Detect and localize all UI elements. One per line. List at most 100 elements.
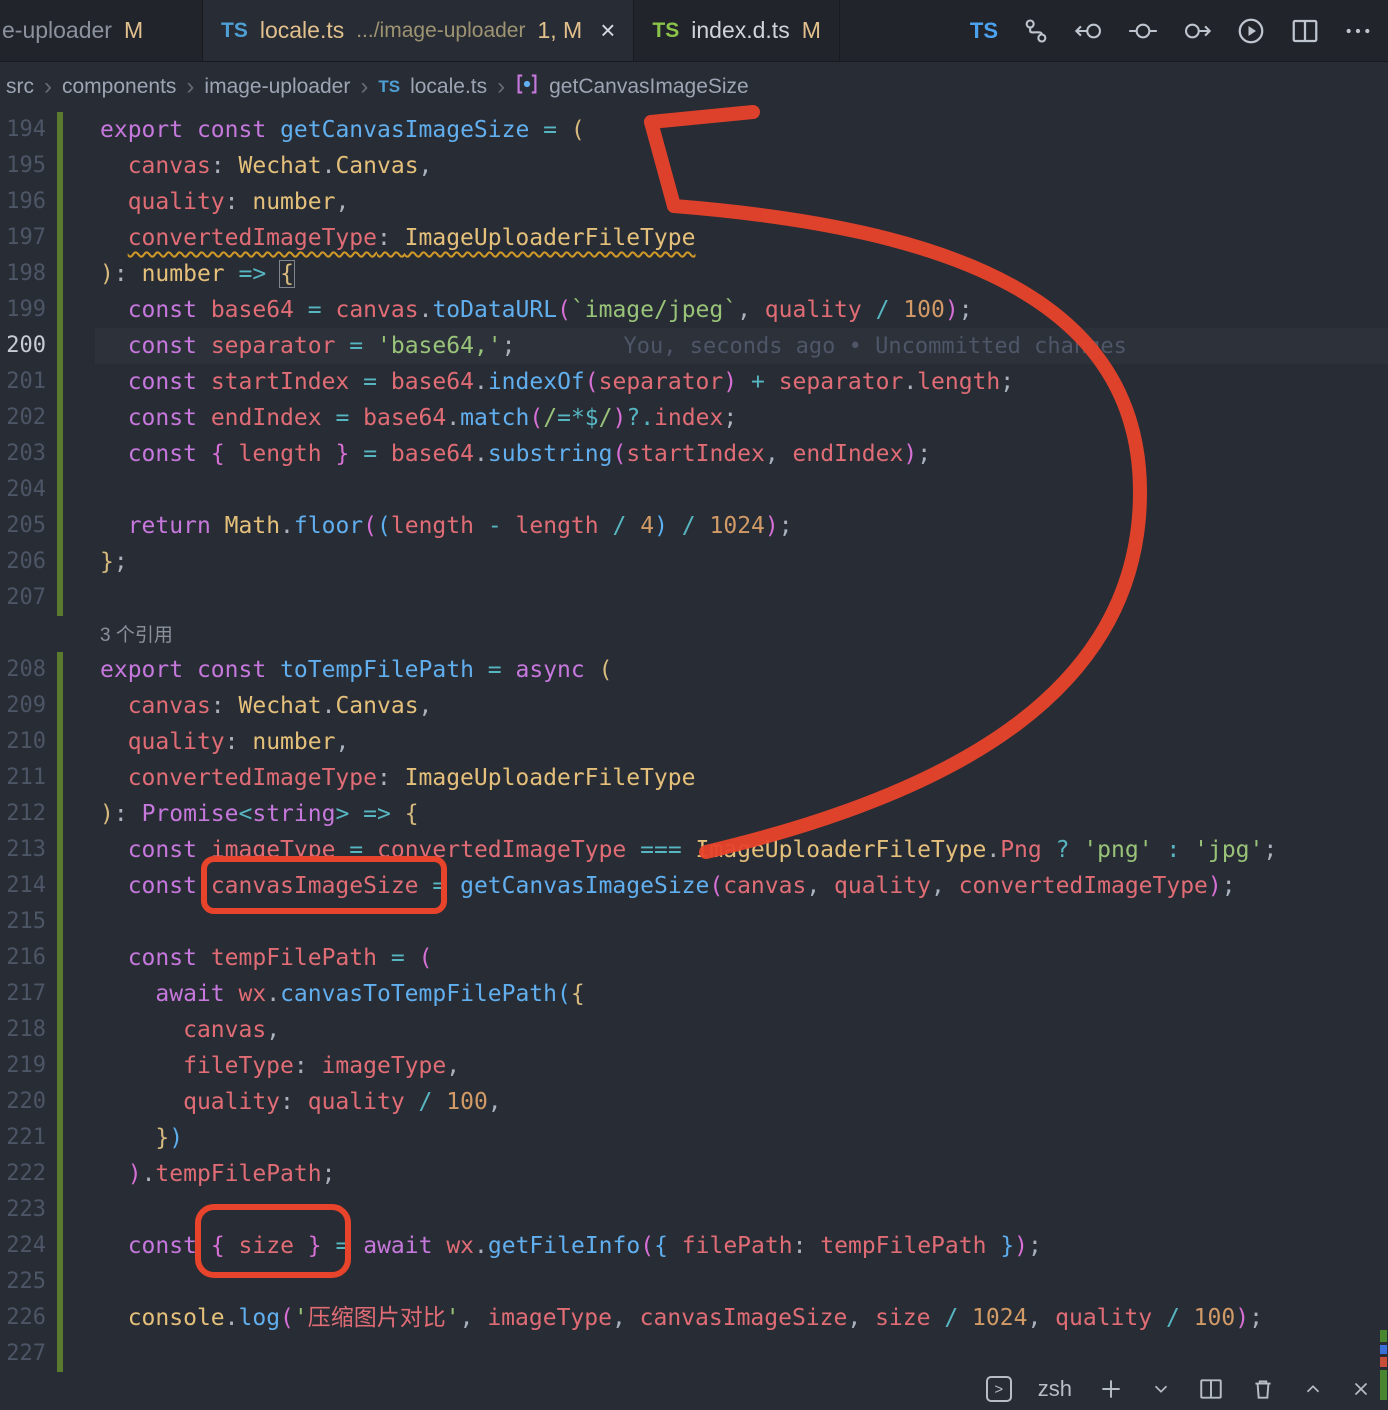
code-line[interactable]: 222 ).tempFilePath; bbox=[0, 1156, 1388, 1192]
line-number[interactable]: 222 bbox=[0, 1156, 46, 1192]
code-line[interactable]: 204 bbox=[0, 472, 1388, 508]
ts-version-label[interactable]: TS bbox=[970, 18, 998, 44]
new-terminal-icon[interactable] bbox=[1098, 1376, 1124, 1402]
code-line[interactable]: 201 const startIndex = base64.indexOf(se… bbox=[0, 364, 1388, 400]
line-number[interactable]: 205 bbox=[0, 508, 46, 544]
line-number[interactable]: 220 bbox=[0, 1084, 46, 1120]
tab-index-d-ts[interactable]: TS index.d.ts M bbox=[634, 0, 839, 61]
line-number[interactable]: 203 bbox=[0, 436, 46, 472]
code-line[interactable]: 200 const separator = 'base64,';You, sec… bbox=[0, 328, 1388, 364]
kill-terminal-icon[interactable] bbox=[1250, 1376, 1276, 1402]
code-line[interactable]: 203 const { length } = base64.substring(… bbox=[0, 436, 1388, 472]
token: , bbox=[847, 1305, 875, 1331]
code-line[interactable]: 213 const imageType = convertedImageType… bbox=[0, 832, 1388, 868]
code-line[interactable]: 205 return Math.floor((length - length /… bbox=[0, 508, 1388, 544]
code-line[interactable]: 198): number => { bbox=[0, 256, 1388, 292]
line-number[interactable]: 204 bbox=[0, 472, 46, 508]
code-line[interactable]: 223 bbox=[0, 1192, 1388, 1228]
code-line[interactable]: 224 const { size } = await wx.getFileInf… bbox=[0, 1228, 1388, 1264]
run-file-icon[interactable] bbox=[1236, 16, 1266, 46]
codelens-row[interactable]: 3 个引用 bbox=[0, 616, 1388, 652]
maximize-panel-icon[interactable] bbox=[1302, 1378, 1324, 1400]
line-number[interactable]: 221 bbox=[0, 1120, 46, 1156]
code-line[interactable]: 225 bbox=[0, 1264, 1388, 1300]
code-line[interactable]: 212): Promise<string> => { bbox=[0, 796, 1388, 832]
split-terminal-icon[interactable] bbox=[1198, 1376, 1224, 1402]
line-number[interactable]: 211 bbox=[0, 760, 46, 796]
breadcrumb-item-components[interactable]: components bbox=[62, 75, 176, 99]
line-number[interactable]: 227 bbox=[0, 1336, 46, 1372]
token: ) bbox=[723, 369, 737, 395]
line-number[interactable]: 198 bbox=[0, 256, 46, 292]
line-number[interactable]: 207 bbox=[0, 580, 46, 616]
close-icon[interactable]: × bbox=[600, 15, 615, 46]
code-line[interactable]: 196 quality: number, bbox=[0, 184, 1388, 220]
breadcrumb-item-symbol[interactable]: getCanvasImageSize bbox=[549, 75, 749, 99]
line-number[interactable]: 200 bbox=[0, 328, 46, 364]
line-number[interactable]: 213 bbox=[0, 832, 46, 868]
code-line[interactable]: 209 canvas: Wechat.Canvas, bbox=[0, 688, 1388, 724]
git-compare-icon[interactable] bbox=[1022, 17, 1050, 45]
code-line[interactable]: 220 quality: quality / 100, bbox=[0, 1084, 1388, 1120]
line-number[interactable]: 202 bbox=[0, 400, 46, 436]
breadcrumb-item-src[interactable]: src bbox=[6, 75, 34, 99]
goto-prev-reference-icon[interactable] bbox=[1074, 17, 1104, 45]
code-line[interactable]: 208export const toTempFilePath = async ( bbox=[0, 652, 1388, 688]
breadcrumb-item-image-uploader[interactable]: image-uploader bbox=[204, 75, 350, 99]
line-number[interactable]: 216 bbox=[0, 940, 46, 976]
code-line[interactable]: 197 convertedImageType: ImageUploaderFil… bbox=[0, 220, 1388, 256]
line-number[interactable]: 217 bbox=[0, 976, 46, 1012]
split-editor-icon[interactable] bbox=[1290, 16, 1320, 46]
code-line[interactable]: 206}; bbox=[0, 544, 1388, 580]
token: ( bbox=[709, 873, 723, 899]
line-number[interactable]: 195 bbox=[0, 148, 46, 184]
terminal-dropdown-icon[interactable] bbox=[1150, 1378, 1172, 1400]
line-number[interactable]: 210 bbox=[0, 724, 46, 760]
terminal-shell-label[interactable]: zsh bbox=[1038, 1376, 1072, 1402]
tab-image-uploader[interactable]: e-uploader M bbox=[0, 0, 203, 61]
line-number[interactable]: 212 bbox=[0, 796, 46, 832]
code-line[interactable]: 221 }) bbox=[0, 1120, 1388, 1156]
code-line[interactable]: 199 const base64 = canvas.toDataURL(`ima… bbox=[0, 292, 1388, 328]
line-number[interactable]: 208 bbox=[0, 652, 46, 688]
line-number[interactable]: 201 bbox=[0, 364, 46, 400]
code-line[interactable]: 207 bbox=[0, 580, 1388, 616]
token: : bbox=[211, 693, 239, 719]
goto-next-reference-icon[interactable] bbox=[1182, 17, 1212, 45]
current-reference-icon[interactable] bbox=[1128, 17, 1158, 45]
line-number[interactable]: 218 bbox=[0, 1012, 46, 1048]
code-line[interactable]: 210 quality: number, bbox=[0, 724, 1388, 760]
code-line[interactable]: 195 canvas: Wechat.Canvas, bbox=[0, 148, 1388, 184]
code-line[interactable]: 194export const getCanvasImageSize = ( bbox=[0, 112, 1388, 148]
code-editor[interactable]: 194export const getCanvasImageSize = (19… bbox=[0, 112, 1388, 1400]
close-panel-icon[interactable] bbox=[1350, 1378, 1372, 1400]
code-line[interactable]: 214 const canvasImageSize = getCanvasIma… bbox=[0, 868, 1388, 904]
line-number[interactable]: 196 bbox=[0, 184, 46, 220]
codelens-references[interactable]: 3 个引用 bbox=[100, 618, 173, 654]
code-line[interactable]: 218 canvas, bbox=[0, 1012, 1388, 1048]
line-number[interactable]: 199 bbox=[0, 292, 46, 328]
code-line[interactable]: 217 await wx.canvasToTempFilePath({ bbox=[0, 976, 1388, 1012]
more-actions-icon[interactable] bbox=[1344, 17, 1372, 45]
line-number[interactable]: 214 bbox=[0, 868, 46, 904]
tab-locale-ts[interactable]: TS locale.ts .../image-uploader 1, M × bbox=[203, 0, 634, 61]
line-number[interactable]: 215 bbox=[0, 904, 46, 940]
code-line[interactable]: 226 console.log('压缩图片对比', imageType, can… bbox=[0, 1300, 1388, 1336]
line-number[interactable]: 226 bbox=[0, 1300, 46, 1336]
code-line[interactable]: 215 bbox=[0, 904, 1388, 940]
line-number[interactable]: 197 bbox=[0, 220, 46, 256]
breadcrumb-item-file[interactable]: locale.ts bbox=[410, 75, 487, 99]
line-number[interactable]: 224 bbox=[0, 1228, 46, 1264]
code-line[interactable]: 202 const endIndex = base64.match(/=*$/)… bbox=[0, 400, 1388, 436]
line-number[interactable]: 206 bbox=[0, 544, 46, 580]
code-text: const startIndex = base64.indexOf(separa… bbox=[100, 364, 1014, 400]
line-number[interactable]: 194 bbox=[0, 112, 46, 148]
line-number[interactable]: 209 bbox=[0, 688, 46, 724]
line-number[interactable]: 219 bbox=[0, 1048, 46, 1084]
code-line[interactable]: 219 fileType: imageType, bbox=[0, 1048, 1388, 1084]
line-number[interactable]: 223 bbox=[0, 1192, 46, 1228]
code-line[interactable]: 216 const tempFilePath = ( bbox=[0, 940, 1388, 976]
line-number[interactable]: 225 bbox=[0, 1264, 46, 1300]
code-line[interactable]: 211 convertedImageType: ImageUploaderFil… bbox=[0, 760, 1388, 796]
code-line[interactable]: 227 bbox=[0, 1336, 1388, 1372]
